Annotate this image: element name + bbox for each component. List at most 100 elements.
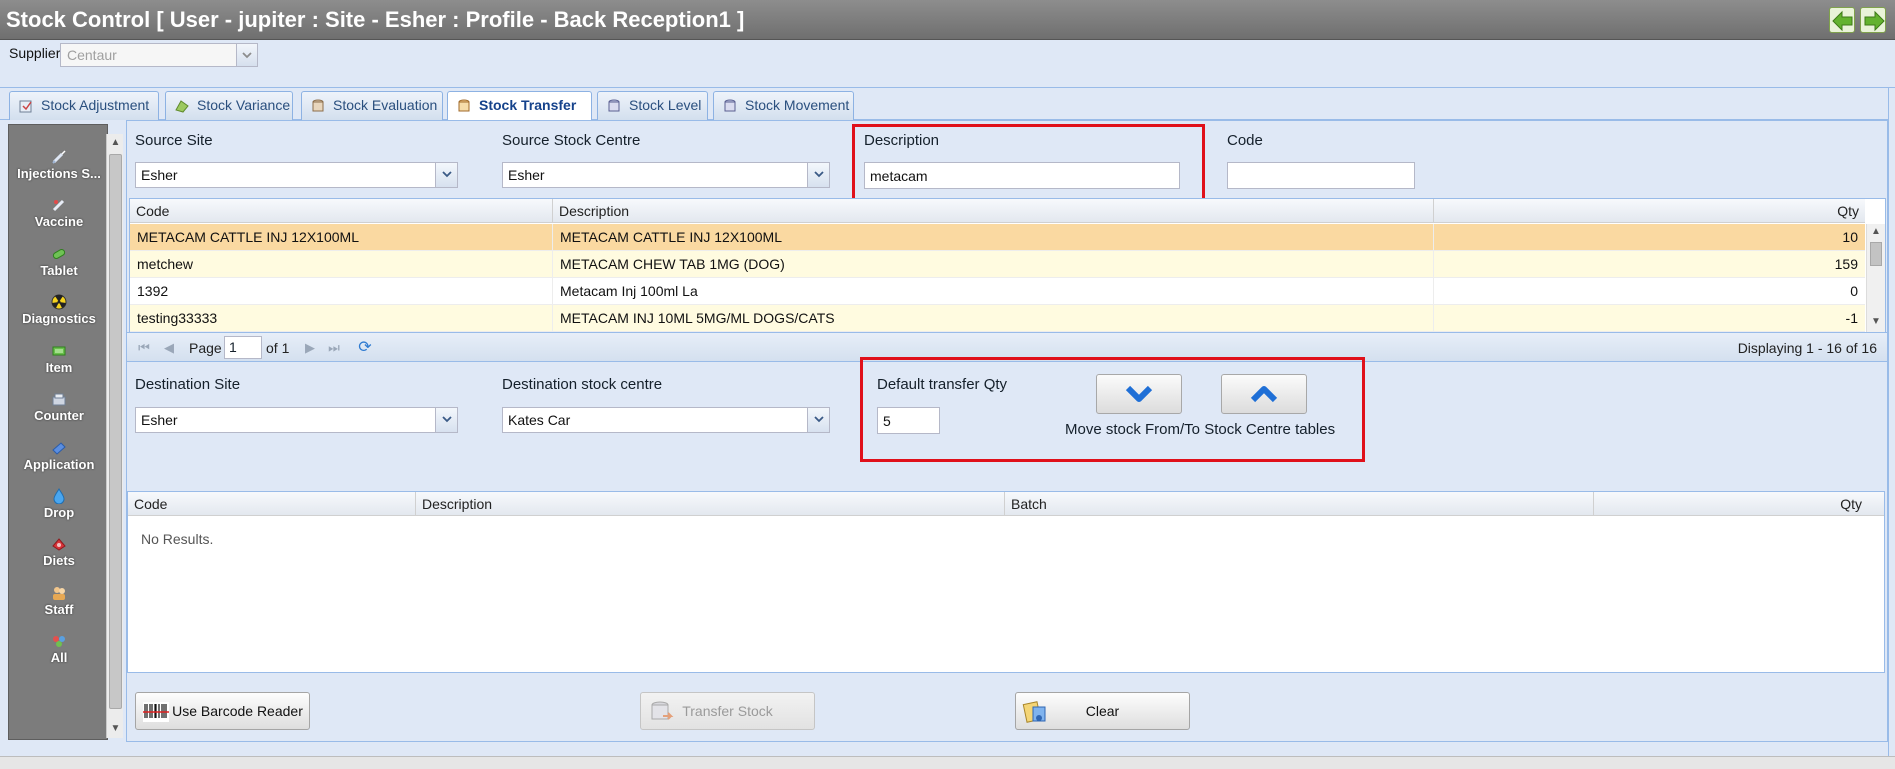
sidebar-item-all[interactable]: All bbox=[9, 633, 109, 665]
back-arrow-icon[interactable] bbox=[1829, 7, 1855, 33]
cell-qty: 10 bbox=[1842, 229, 1858, 245]
column-header-batch[interactable]: Batch bbox=[1005, 492, 1594, 516]
scroll-up-icon[interactable]: ▲ bbox=[107, 134, 124, 151]
supplier-label: Supplier bbox=[9, 45, 61, 61]
status-bar bbox=[0, 756, 1895, 769]
scroll-down-icon[interactable]: ▼ bbox=[1867, 316, 1885, 327]
cell-qty: 159 bbox=[1834, 256, 1858, 272]
description-input[interactable]: metacam bbox=[864, 162, 1180, 189]
next-page-icon[interactable]: ▶ bbox=[301, 339, 319, 357]
grid-scrollbar[interactable]: ▲ ▼ bbox=[1866, 224, 1885, 332]
category-sidebar: Injections S... Vaccine Tablet Diagnosti… bbox=[8, 124, 108, 740]
sidebar-item-counter[interactable]: Counter bbox=[9, 391, 109, 423]
default-qty-input[interactable]: 5 bbox=[877, 407, 940, 434]
cell-code: metchew bbox=[130, 251, 553, 278]
source-stock-grid: Code Description Qty METACAM CATTLE INJ … bbox=[129, 198, 1886, 333]
level-icon bbox=[608, 99, 620, 112]
sidebar-item-vaccine[interactable]: Vaccine bbox=[9, 197, 109, 229]
tab-label: Stock Level bbox=[629, 97, 702, 113]
tab-stock-variance[interactable]: Stock Variance bbox=[165, 91, 293, 120]
tab-label: Stock Transfer bbox=[479, 97, 577, 113]
tab-strip: Stock Adjustment Stock Variance Stock Ev… bbox=[0, 88, 1895, 121]
counter-icon bbox=[52, 393, 66, 406]
prev-page-icon[interactable]: ◀ bbox=[160, 339, 178, 357]
tab-stock-adjustment[interactable]: Stock Adjustment bbox=[9, 91, 159, 120]
chevron-down-icon bbox=[1125, 385, 1153, 402]
cell-description: Metacam Inj 100ml La bbox=[553, 278, 1434, 305]
column-header-qty[interactable]: Qty bbox=[1434, 199, 1865, 223]
table-row[interactable]: 1392 Metacam Inj 100ml La 0 bbox=[130, 278, 1865, 305]
destination-site-dropdown-trigger[interactable] bbox=[436, 407, 458, 433]
sidebar-label: All bbox=[50, 650, 68, 665]
destination-centre-dropdown-trigger[interactable] bbox=[808, 407, 830, 433]
title-bar: Stock Control [ User - jupiter : Site - … bbox=[0, 0, 1895, 40]
source-site-combo[interactable]: Esher bbox=[135, 162, 436, 188]
tab-stock-evaluation[interactable]: Stock Evaluation bbox=[301, 91, 443, 120]
sidebar-item-drop[interactable]: Drop bbox=[9, 488, 109, 520]
source-centre-combo[interactable]: Esher bbox=[502, 162, 808, 188]
default-qty-label: Default transfer Qty bbox=[877, 376, 1008, 393]
syringe-icon bbox=[52, 150, 66, 164]
sidebar-item-injections[interactable]: Injections S... bbox=[9, 149, 109, 181]
description-label: Description bbox=[864, 132, 940, 149]
sidebar-item-item[interactable]: Item bbox=[9, 343, 109, 375]
move-up-button[interactable] bbox=[1221, 374, 1307, 414]
column-header-description[interactable]: Description bbox=[416, 492, 1005, 516]
chevron-down-icon bbox=[242, 52, 252, 59]
tab-stock-transfer[interactable]: Stock Transfer bbox=[447, 91, 592, 121]
cell-qty: -1 bbox=[1845, 310, 1858, 326]
scroll-up-icon[interactable]: ▲ bbox=[1867, 226, 1885, 237]
column-header-code[interactable]: Code bbox=[130, 199, 553, 223]
source-centre-dropdown-trigger[interactable] bbox=[808, 162, 830, 188]
scroll-thumb[interactable] bbox=[109, 154, 122, 709]
column-header-qty[interactable]: Qty bbox=[1594, 492, 1884, 516]
sidebar-scrollbar[interactable]: ▲ ▼ bbox=[106, 134, 123, 738]
clear-button[interactable]: Clear bbox=[1015, 692, 1190, 730]
table-row[interactable]: METACAM CATTLE INJ 12X100ML METACAM CATT… bbox=[130, 224, 1865, 251]
table-row[interactable]: testing33333 METACAM INJ 10ML 5MG/ML DOG… bbox=[130, 305, 1865, 332]
supplier-combo[interactable]: Centaur bbox=[60, 43, 237, 67]
refresh-icon[interactable]: ⟳ bbox=[356, 339, 374, 357]
staff-icon bbox=[53, 587, 65, 600]
move-down-button[interactable] bbox=[1096, 374, 1182, 414]
window-title: Stock Control [ User - jupiter : Site - … bbox=[6, 7, 745, 32]
sidebar-item-tablet[interactable]: Tablet bbox=[9, 246, 109, 278]
transfer-stock-button[interactable]: Transfer Stock bbox=[640, 692, 815, 730]
tab-stock-movement[interactable]: Stock Movement bbox=[713, 91, 854, 120]
page-number-input[interactable]: 1 bbox=[224, 336, 262, 359]
cell-code: METACAM CATTLE INJ 12X100ML bbox=[130, 224, 553, 251]
source-site-dropdown-trigger[interactable] bbox=[436, 162, 458, 188]
database-transfer-icon bbox=[651, 701, 674, 720]
transfer-icon bbox=[458, 99, 470, 112]
table-row[interactable]: metchew METACAM CHEW TAB 1MG (DOG) 159 bbox=[130, 251, 1865, 278]
code-input[interactable] bbox=[1227, 162, 1415, 189]
sidebar-item-diets[interactable]: Diets bbox=[9, 536, 109, 568]
scroll-thumb[interactable] bbox=[1870, 242, 1882, 266]
sidebar-item-staff[interactable]: Staff bbox=[9, 585, 109, 617]
destination-centre-combo[interactable]: Kates Car bbox=[502, 407, 808, 433]
supplier-dropdown-trigger[interactable] bbox=[237, 43, 258, 67]
first-page-icon[interactable]: ⏮ bbox=[135, 339, 153, 357]
tab-label: Stock Evaluation bbox=[333, 97, 438, 113]
column-header-description[interactable]: Description bbox=[553, 199, 1434, 223]
destination-stock-grid: Code Description Batch Qty No Results. bbox=[127, 491, 1885, 673]
item-icon bbox=[52, 346, 66, 356]
column-header-code[interactable]: Code bbox=[128, 492, 416, 516]
diets-icon bbox=[52, 538, 66, 551]
scroll-down-icon[interactable]: ▼ bbox=[107, 720, 124, 737]
use-barcode-reader-button[interactable]: Use Barcode Reader bbox=[135, 692, 310, 730]
chevron-down-icon bbox=[813, 171, 824, 178]
grid-header: Code Description Qty bbox=[130, 199, 1865, 223]
page-count: of 1 bbox=[266, 340, 290, 356]
forward-arrow-icon[interactable] bbox=[1860, 7, 1886, 33]
tab-stock-level[interactable]: Stock Level bbox=[597, 91, 708, 120]
destination-site-combo[interactable]: Esher bbox=[135, 407, 436, 433]
clear-button-label: Clear bbox=[1085, 703, 1120, 719]
sidebar-item-application[interactable]: Application bbox=[9, 440, 109, 472]
sidebar-label: Counter bbox=[34, 408, 84, 423]
empty-results-text: No Results. bbox=[141, 531, 214, 547]
grid-header: Code Description Batch Qty bbox=[128, 492, 1884, 516]
clear-icon bbox=[1022, 701, 1046, 723]
last-page-icon[interactable]: ⏭ bbox=[325, 339, 343, 357]
sidebar-item-diagnostics[interactable]: Diagnostics bbox=[9, 294, 109, 326]
